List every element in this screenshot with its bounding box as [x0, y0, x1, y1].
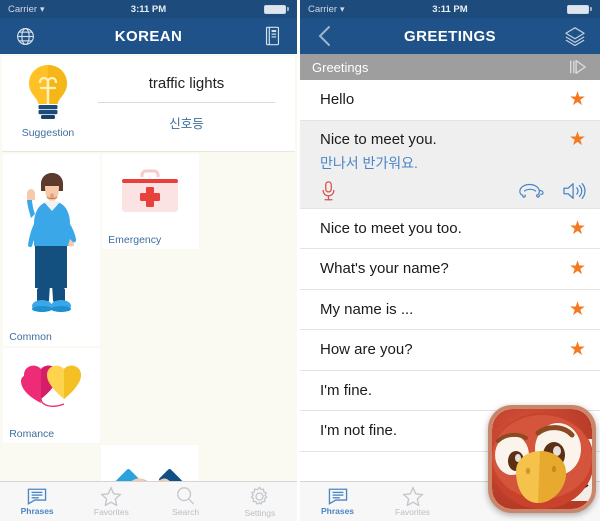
right-nav-bar: GREETINGS	[300, 18, 600, 54]
phrase-row[interactable]: What's your name? ★	[300, 249, 600, 290]
phrase-translation: 만나서 반가워요.	[320, 154, 418, 171]
category-grid: Common Emergency Romance	[0, 152, 297, 521]
section-header: Greetings	[300, 54, 600, 80]
play-all-icon[interactable]	[566, 58, 588, 76]
tab-search[interactable]: Search	[149, 486, 223, 517]
app-icon-inner	[492, 409, 592, 509]
tab-label: Search	[172, 507, 200, 517]
battery-icon	[264, 4, 289, 14]
first-aid-kit-icon	[102, 158, 199, 231]
phrase-text: Nice to meet you too.	[320, 219, 462, 237]
phrase-text: How are you?	[320, 341, 413, 359]
phrase-row[interactable]: How are you? ★	[300, 330, 600, 371]
suggestion-label: Suggestion	[21, 127, 75, 139]
screenshot-root: Carrier ▾ 3:11 PM KOREAN Suggestion traf…	[0, 0, 600, 521]
globe-icon[interactable]	[10, 21, 40, 51]
tab-label: Favorites	[93, 507, 129, 517]
phrase-row[interactable]: My name is ... ★	[300, 289, 600, 330]
left-phone-screen: Carrier ▾ 3:11 PM KOREAN Suggestion traf…	[0, 0, 300, 521]
page-title: GREETINGS	[404, 27, 496, 45]
category-label: Common	[9, 331, 52, 343]
suggestion-english: traffic lights	[148, 75, 225, 92]
layers-icon[interactable]	[560, 21, 590, 51]
favorite-star-icon[interactable]: ★	[569, 219, 586, 238]
tab-label: Favorites	[395, 507, 430, 517]
category-label: Emergency	[108, 234, 162, 246]
category-label: Romance	[9, 428, 55, 440]
tab-phrases[interactable]: Phrases	[300, 487, 375, 516]
favorite-star-icon[interactable]: ★	[569, 300, 586, 319]
section-title: Greetings	[312, 59, 369, 75]
favorite-star-icon[interactable]: ★	[569, 259, 586, 278]
tab-label: Settings	[244, 507, 276, 518]
favorite-star-icon[interactable]: ★	[569, 340, 586, 359]
phrase-row[interactable]: Hello ★	[300, 80, 600, 121]
left-tab-bar: Phrases Favorites Search Settings	[0, 481, 297, 521]
left-status-bar: Carrier ▾ 3:11 PM	[0, 0, 297, 18]
suggestion-korean: 신호등	[169, 117, 204, 131]
category-tile-romance[interactable]: Romance	[3, 348, 100, 443]
two-hearts-icon	[3, 352, 100, 425]
expanded-header: Nice to meet you. ★	[320, 130, 586, 149]
suggestion-icon-area: Suggestion	[2, 56, 94, 151]
tab-settings[interactable]: Settings	[223, 485, 297, 518]
tab-favorites[interactable]: Favorites	[375, 486, 450, 517]
tab-label: Phrases	[320, 506, 355, 516]
category-tile-common[interactable]: Common	[3, 154, 100, 346]
phrase-text: Hello	[320, 91, 355, 109]
status-time: 3:11 PM	[130, 3, 167, 15]
battery-icon	[567, 4, 592, 14]
right-phone-screen: Carrier ▾ 3:11 PM GREETINGS Greetings He…	[300, 0, 600, 521]
left-nav-bar: KOREAN	[0, 18, 297, 54]
person-pointing-icon	[3, 158, 100, 328]
favorite-star-icon[interactable]: ★	[569, 130, 586, 149]
page-title: KOREAN	[114, 27, 183, 45]
speaker-icon[interactable]	[562, 181, 586, 201]
suggestion-card[interactable]: Suggestion traffic lights 신호등	[2, 56, 295, 152]
microphone-icon[interactable]	[320, 180, 337, 202]
left-content: Suggestion traffic lights 신호등 Common Eme…	[0, 54, 297, 521]
tab-phrases[interactable]: Phrases	[0, 487, 74, 516]
notebook-icon[interactable]	[257, 21, 287, 51]
phrase-row[interactable]: Nice to meet you too. ★	[300, 208, 600, 249]
phrase-row-expanded[interactable]: Nice to meet you. ★ 만나서 반가워요.	[300, 120, 600, 209]
tab-favorites[interactable]: Favorites	[74, 486, 148, 517]
tab-label: Phrases	[20, 506, 54, 516]
phrase-text: My name is ...	[320, 300, 414, 318]
right-status-bar: Carrier ▾ 3:11 PM	[300, 0, 600, 18]
learn-korean-app-icon[interactable]	[488, 405, 596, 513]
phrase-text: I'm fine.	[320, 381, 373, 399]
lightbulb-icon	[29, 65, 67, 119]
phrase-text: Nice to meet you.	[320, 130, 437, 148]
status-time: 3:11 PM	[432, 3, 468, 15]
phrase-tools	[320, 180, 586, 202]
turtle-slow-speech-icon[interactable]	[518, 182, 544, 199]
favorite-star-icon[interactable]: ★	[569, 90, 586, 109]
chevron-left-icon[interactable]	[310, 21, 340, 51]
decorative-dot	[567, 405, 570, 407]
category-tile-emergency[interactable]: Emergency	[102, 154, 199, 249]
phrase-text: What's your name?	[320, 260, 449, 278]
suggestion-text-area: traffic lights 신호등	[94, 56, 295, 151]
